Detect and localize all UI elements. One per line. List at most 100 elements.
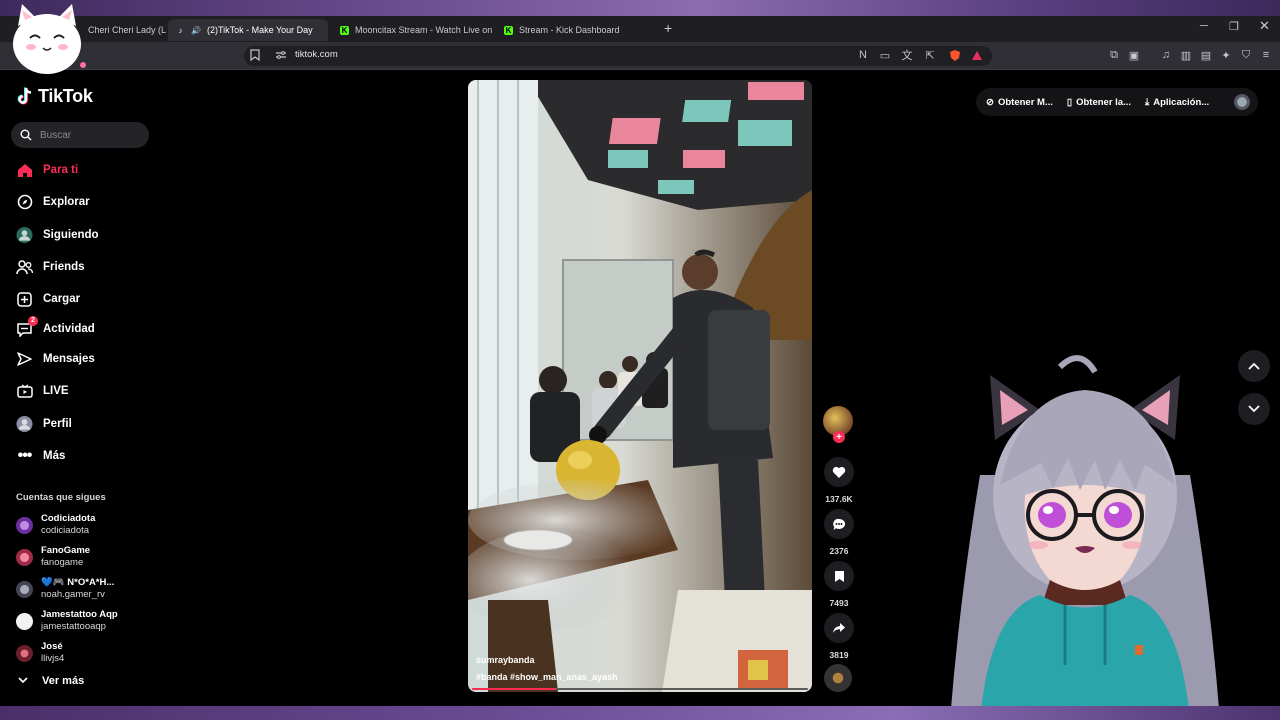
search-input[interactable] bbox=[40, 129, 140, 141]
vtuber-avatar bbox=[950, 355, 1220, 720]
screenshot-icon[interactable]: ▣ bbox=[1127, 48, 1141, 62]
button-label: Aplicación... bbox=[1153, 96, 1210, 108]
site-settings-icon[interactable] bbox=[274, 48, 288, 62]
share-icon[interactable]: ⇱ bbox=[923, 48, 937, 62]
get-app-button[interactable]: ▯ Obtener la... bbox=[1067, 97, 1131, 108]
video-author[interactable]: sumraybanda bbox=[476, 655, 535, 665]
nav-siguiendo[interactable]: Siguiendo bbox=[16, 225, 99, 245]
account-handle: jamestattooaqp bbox=[41, 621, 106, 632]
previous-video-button[interactable] bbox=[1238, 350, 1270, 382]
activity-icon: 2 bbox=[16, 315, 38, 338]
see-more-button[interactable]: Ver más bbox=[18, 675, 84, 687]
nav-friends[interactable]: Friends bbox=[16, 257, 85, 277]
sidebar-icon[interactable]: ▥ bbox=[1179, 48, 1193, 62]
nav-mensajes[interactable]: Mensajes bbox=[16, 349, 95, 369]
followed-account[interactable]: FanoGame fanogame bbox=[16, 545, 90, 569]
follow-plus-icon[interactable]: + bbox=[833, 431, 845, 443]
video-player[interactable] bbox=[468, 80, 812, 692]
followed-account[interactable]: José llivjs4 bbox=[16, 641, 64, 665]
reader-off-icon[interactable]: N bbox=[856, 48, 870, 62]
address-bar bbox=[0, 42, 1280, 70]
account-handle: noah.gamer_rv bbox=[41, 589, 105, 600]
like-button[interactable]: 137.6K bbox=[823, 457, 855, 504]
extensions-icon[interactable]: ⧉ bbox=[1107, 48, 1121, 62]
nav-label: Para ti bbox=[43, 164, 79, 176]
compass-icon bbox=[16, 194, 33, 211]
plus-icon[interactable]: + bbox=[664, 20, 672, 36]
followed-account[interactable]: 💙🎮 N*O*A*H... noah.gamer_rv bbox=[16, 577, 114, 601]
get-coins-button[interactable]: ⊘ Obtener M... bbox=[986, 97, 1053, 108]
nav-label: Friends bbox=[43, 261, 85, 273]
avatar bbox=[16, 644, 33, 662]
nav-label: Más bbox=[43, 450, 66, 462]
leo-ai-icon[interactable]: ✦ bbox=[1219, 48, 1233, 62]
stream-frame-bottom bbox=[0, 706, 1280, 720]
minimize-icon[interactable]: ─ bbox=[1200, 20, 1208, 32]
nav-label: Cargar bbox=[43, 293, 81, 305]
user-avatar[interactable] bbox=[1234, 94, 1250, 110]
nav-mas[interactable]: ••• Más bbox=[16, 446, 66, 466]
followed-account[interactable]: Codiciadota codiciadota bbox=[16, 513, 95, 537]
tab-kick-stream[interactable]: K Mooncitax Stream - Watch Live on K bbox=[332, 19, 492, 41]
chevron-down-icon bbox=[18, 675, 28, 687]
save-count: 7493 bbox=[829, 598, 849, 608]
button-label: Obtener la... bbox=[1076, 96, 1132, 108]
comment-button[interactable]: 2376 bbox=[823, 509, 855, 556]
followed-account[interactable]: Jamestattoo Aqp jamestattooaqp bbox=[16, 609, 118, 633]
nav-explorar[interactable]: Explorar bbox=[16, 192, 90, 212]
chevron-down-icon bbox=[1248, 405, 1260, 413]
nav-label: Actividad bbox=[43, 323, 95, 335]
like-count: 137.6K bbox=[825, 494, 853, 504]
brave-rewards-icon[interactable] bbox=[970, 48, 984, 62]
nav-actividad[interactable]: 2 Actividad bbox=[16, 315, 95, 339]
kick-favicon-icon: K bbox=[504, 25, 513, 35]
bookmark-icon bbox=[824, 561, 854, 591]
video-frame bbox=[468, 80, 812, 692]
translate-icon[interactable]: 文 bbox=[900, 48, 914, 62]
more-icon: ••• bbox=[17, 447, 33, 464]
share-button[interactable]: 3819 bbox=[823, 613, 855, 660]
desktop-app-button[interactable]: ⤓ Aplicación... bbox=[1145, 97, 1209, 108]
video-hashtags[interactable]: #banda #show_man_anas_ayash bbox=[476, 672, 618, 682]
menu-icon[interactable]: ≡ bbox=[1259, 48, 1273, 62]
search-box[interactable] bbox=[11, 122, 149, 148]
logo-text: TikTok bbox=[38, 86, 93, 106]
music-icon[interactable]: ♫ bbox=[1159, 48, 1173, 62]
wallet-icon[interactable]: ▤ bbox=[1199, 48, 1213, 62]
account-name: FanoGame bbox=[41, 545, 91, 556]
vpn-icon[interactable]: ⛉ bbox=[1239, 48, 1253, 62]
tab-cheri-cheri-lady[interactable]: Cheri Cheri Lady (L bbox=[80, 19, 168, 41]
tab-tiktok[interactable]: ♪ 🔊 (2)TikTok - Make Your Day × bbox=[168, 19, 328, 41]
music-disc-icon[interactable] bbox=[824, 664, 852, 692]
tab-title: Mooncitax Stream - Watch Live on K bbox=[355, 25, 492, 35]
share-arrow-icon bbox=[824, 613, 854, 643]
live-icon bbox=[16, 383, 33, 400]
tab-kick-dashboard[interactable]: K Stream - Kick Dashboard bbox=[496, 19, 656, 41]
nav-label: Siguiendo bbox=[43, 229, 99, 241]
nav-label: Mensajes bbox=[43, 353, 95, 365]
nav-live[interactable]: LIVE bbox=[16, 381, 69, 401]
restore-icon[interactable]: ❐ bbox=[1229, 20, 1239, 33]
bookmark-icon[interactable] bbox=[248, 48, 262, 62]
tiktok-note-icon bbox=[17, 87, 32, 105]
save-button[interactable]: 7493 bbox=[823, 561, 855, 608]
nav-para-ti[interactable]: Para ti bbox=[16, 160, 78, 180]
window-close-icon[interactable]: ✕ bbox=[1259, 18, 1270, 34]
home-icon bbox=[16, 162, 33, 179]
chevron-up-icon bbox=[1248, 362, 1260, 370]
video-progress-fill bbox=[472, 688, 556, 690]
nav-perfil[interactable]: Perfil bbox=[16, 414, 72, 434]
cat-sticker-icon bbox=[13, 4, 86, 74]
brave-shield-icon[interactable] bbox=[948, 48, 962, 62]
next-video-button[interactable] bbox=[1238, 393, 1270, 425]
friends-icon bbox=[16, 259, 33, 276]
cast-icon[interactable]: ▭ bbox=[878, 48, 892, 62]
header-actions: ⊘ Obtener M... ▯ Obtener la... ⤓ Aplicac… bbox=[976, 88, 1258, 116]
tiktok-logo[interactable]: TikTok bbox=[16, 86, 93, 107]
see-more-label: Ver más bbox=[42, 675, 85, 687]
video-progress-bar[interactable] bbox=[472, 688, 808, 690]
button-label: Obtener M... bbox=[997, 96, 1053, 108]
nav-cargar[interactable]: Cargar bbox=[16, 289, 80, 309]
url-text[interactable]: tiktok.com bbox=[295, 49, 338, 60]
send-icon bbox=[16, 351, 33, 368]
